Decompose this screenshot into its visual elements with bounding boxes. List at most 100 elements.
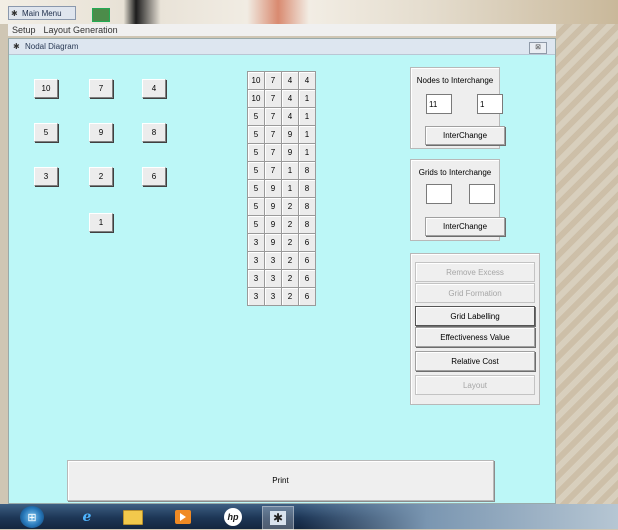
grid-cell[interactable]: 1 (298, 107, 316, 126)
grid-cell[interactable]: 5 (247, 179, 265, 198)
grid-cell[interactable]: 8 (298, 179, 316, 198)
grid-cell[interactable]: 3 (247, 251, 265, 270)
grid-row: 3326 (247, 251, 316, 270)
grid-cell[interactable]: 6 (298, 269, 316, 288)
grid-cell[interactable]: 2 (281, 215, 299, 234)
remove-excess-button[interactable]: Remove Excess (415, 262, 535, 282)
effectiveness-value-button[interactable]: Effectiveness Value (415, 327, 535, 347)
main-window-title: Main Menu (22, 8, 62, 18)
grid-cell[interactable]: 5 (247, 143, 265, 162)
grid-cell[interactable]: 9 (264, 179, 282, 198)
nodal-diagram-window: ✱ Nodal Diagram ⊠ 10 7 4 5 9 8 3 2 6 1 1… (8, 38, 556, 504)
node-button-4[interactable]: 4 (142, 79, 166, 98)
grid-cell[interactable]: 3 (247, 233, 265, 252)
node-button-10[interactable]: 10 (34, 79, 58, 98)
grid-input-first[interactable] (426, 184, 452, 204)
window-thumbnail (92, 8, 110, 22)
menu-layout-generation[interactable]: Layout Generation (44, 25, 118, 35)
nodes-interchange-button[interactable]: InterChange (425, 126, 505, 145)
grid-cell[interactable]: 5 (247, 125, 265, 144)
node-input-first[interactable] (426, 94, 452, 114)
grid-cell[interactable]: 3 (264, 287, 282, 306)
grid-cell[interactable]: 8 (298, 197, 316, 216)
grid-cell[interactable]: 2 (281, 251, 299, 270)
grid-labelling-button[interactable]: Grid Labelling (415, 306, 535, 326)
close-icon[interactable]: ⊠ (529, 42, 547, 54)
grid-cell[interactable]: 6 (298, 233, 316, 252)
node-button-7[interactable]: 7 (89, 79, 113, 98)
grid-cell[interactable]: 1 (298, 125, 316, 144)
grid-row: 5791 (247, 125, 316, 144)
grid-cell[interactable]: 7 (264, 125, 282, 144)
grid-cell[interactable]: 7 (264, 89, 282, 108)
grid-cell[interactable]: 1 (281, 179, 299, 198)
main-window-titlebar[interactable]: ✱ Main Menu (8, 6, 76, 20)
grid-cell[interactable]: 1 (298, 89, 316, 108)
grids-interchange-button[interactable]: InterChange (425, 217, 505, 236)
grid-cell[interactable]: 7 (264, 161, 282, 180)
grid-cell[interactable]: 4 (281, 107, 299, 126)
grid-cell[interactable]: 7 (264, 107, 282, 126)
grid-cell[interactable]: 2 (281, 269, 299, 288)
grid-cell[interactable]: 9 (264, 233, 282, 252)
grid-formation-button[interactable]: Grid Formation (415, 283, 535, 303)
grid-cell[interactable]: 2 (281, 287, 299, 306)
child-window-titlebar[interactable]: ✱ Nodal Diagram (9, 39, 555, 55)
menu-setup[interactable]: Setup (12, 25, 36, 35)
grid-cell[interactable]: 5 (247, 215, 265, 234)
node-button-2[interactable]: 2 (89, 167, 113, 186)
grid-cell[interactable]: 6 (298, 251, 316, 270)
node-button-8[interactable]: 8 (142, 123, 166, 142)
grid-cell[interactable]: 7 (264, 143, 282, 162)
grid-cell[interactable]: 2 (281, 233, 299, 252)
grid-cell[interactable]: 9 (281, 125, 299, 144)
media-player-icon[interactable] (168, 506, 198, 528)
grid-cell[interactable]: 9 (264, 197, 282, 216)
grid-cell[interactable]: 10 (247, 71, 265, 90)
taskbar-background (300, 504, 618, 529)
relative-cost-button[interactable]: Relative Cost (415, 351, 535, 371)
layout-grid: 10 7 4 4 10 7 4 1 5 7 4 1 5 7 9 1 5 7 9 1 5 7 1 8 5 9 1 8 5 9 2 8 5 9 2 8 3 9… (247, 71, 316, 306)
grid-cell[interactable]: 8 (298, 215, 316, 234)
grids-interchange-panel: Grids to Interchange InterChange (410, 159, 505, 241)
windows-start-icon[interactable]: ⊞ (20, 506, 44, 528)
node-button-6[interactable]: 6 (142, 167, 166, 186)
grid-row: 10 7 4 1 (247, 89, 316, 108)
grid-cell[interactable]: 4 (298, 71, 316, 90)
grid-cell[interactable]: 3 (264, 251, 282, 270)
layout-button[interactable]: Layout (415, 375, 535, 395)
node-button-1[interactable]: 1 (89, 213, 113, 232)
nodal-app-taskbar-icon[interactable]: ✱ (262, 506, 294, 530)
grid-cell[interactable]: 7 (264, 71, 282, 90)
grid-cell[interactable]: 3 (247, 287, 265, 306)
grid-row: 5741 (247, 107, 316, 126)
grid-cell[interactable]: 5 (247, 197, 265, 216)
print-button[interactable]: Print (67, 460, 494, 501)
grid-cell[interactable]: 5 (247, 107, 265, 126)
grid-cell[interactable]: 1 (298, 143, 316, 162)
grid-cell[interactable]: 2 (281, 197, 299, 216)
grid-cell[interactable]: 3 (264, 269, 282, 288)
grid-cell[interactable]: 4 (281, 89, 299, 108)
node-input-second[interactable] (477, 94, 503, 114)
node-button-3[interactable]: 3 (34, 167, 58, 186)
grid-cell[interactable]: 3 (247, 269, 265, 288)
node-button-9[interactable]: 9 (89, 123, 113, 142)
grid-cell[interactable]: 9 (264, 215, 282, 234)
grid-row: 10 7 4 4 (247, 71, 316, 90)
grid-cell[interactable]: 4 (281, 71, 299, 90)
grid-cell[interactable]: 9 (281, 143, 299, 162)
grid-input-second[interactable] (469, 184, 495, 204)
grid-cell[interactable]: 5 (247, 161, 265, 180)
folder-icon[interactable] (118, 506, 148, 528)
grid-row: 5928 (247, 197, 316, 216)
grid-cell[interactable]: 10 (247, 89, 265, 108)
actions-panel: Remove Excess Grid Formation Grid Labell… (410, 253, 540, 405)
internet-explorer-icon[interactable]: e (72, 506, 102, 528)
hp-icon[interactable]: hp (218, 506, 248, 528)
child-app-icon: ✱ (13, 42, 20, 51)
grid-cell[interactable]: 6 (298, 287, 316, 306)
grid-cell[interactable]: 8 (298, 161, 316, 180)
grid-cell[interactable]: 1 (281, 161, 299, 180)
node-button-5[interactable]: 5 (34, 123, 58, 142)
